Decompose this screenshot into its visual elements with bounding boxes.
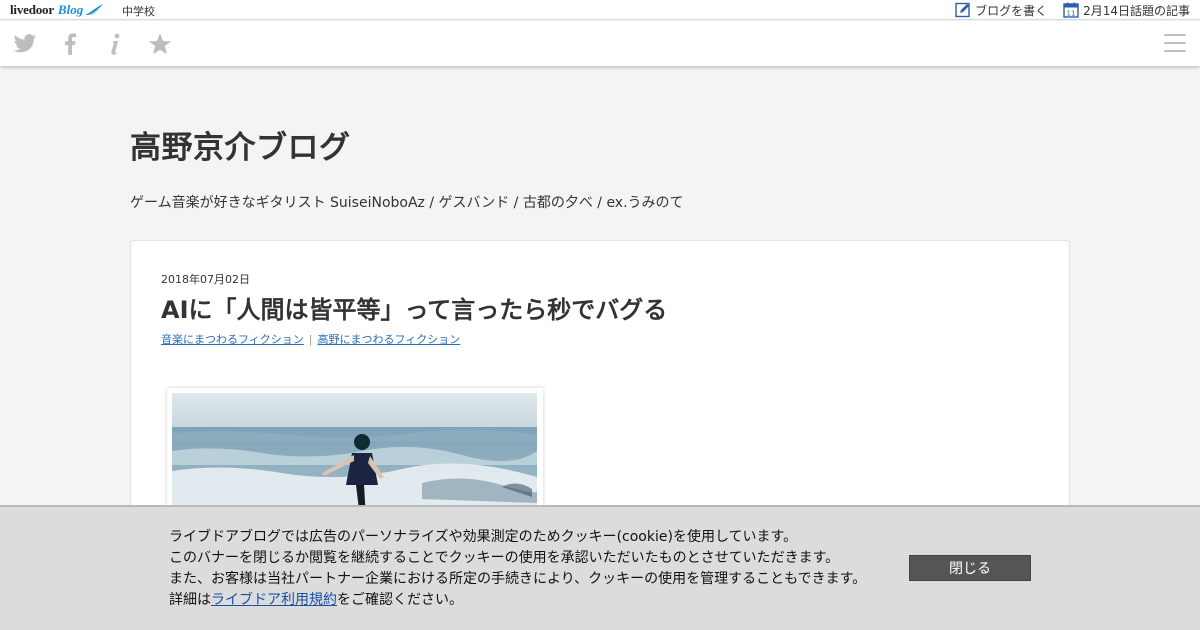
write-blog-label: ブログを書く <box>975 3 1048 18</box>
global-topbar: livedoor Blog 中学校 ブログを書く 11 2月14日話題の記事 <box>0 0 1200 20</box>
write-blog-link[interactable]: ブログを書く <box>955 2 1047 19</box>
article-categories: 音楽にまつわるフィクション | 高野にまつわるフィクション <box>161 331 460 347</box>
cookie-notice-text: ライブドアブログでは広告のパーソナライズや効果測定のためクッキー(cookie)… <box>169 527 866 611</box>
category-separator: | <box>308 332 313 346</box>
livedoor-blog-logo[interactable]: livedoor Blog <box>10 1 104 19</box>
pencil-note-icon <box>955 2 970 18</box>
logo-text-livedoor: livedoor <box>10 2 54 17</box>
menu-icon-bar <box>1164 50 1186 52</box>
cookie-line-4: 詳細はライブドア利用規約をご確認ください。 <box>169 590 866 611</box>
menu-icon-bar <box>1164 34 1186 36</box>
menu-icon[interactable] <box>1164 34 1186 54</box>
logo-bird-icon <box>85 4 104 15</box>
share-toolbar <box>0 21 1200 66</box>
article-image[interactable] <box>167 388 543 518</box>
cookie-consent-banner: ライブドアブログでは広告のパーソナライズや効果測定のためクッキー(cookie)… <box>0 505 1200 630</box>
trending-articles-link[interactable]: 11 2月14日話題の記事 <box>1063 2 1190 19</box>
cookie-line-3: また、お客様は当社パートナー企業における所定の手続きにより、クッキーの使用を管理… <box>169 571 867 587</box>
topbar-right-links: ブログを書く 11 2月14日話題の記事 <box>955 0 1190 20</box>
logo-text-blog: Blog <box>57 2 84 17</box>
cookie-line-2: このバナーを閉じるか閲覧を継続することでクッキーの使用を承認いただいたものとさせ… <box>169 550 840 566</box>
blog-title[interactable]: 高野京介ブログ <box>130 122 351 167</box>
cookie-line-4-suffix: をご確認ください。 <box>337 592 463 608</box>
facebook-icon[interactable] <box>57 31 83 57</box>
twitter-icon[interactable] <box>12 31 38 57</box>
cookie-close-button[interactable]: 閉じる <box>909 555 1031 581</box>
category-link-takano-fiction[interactable]: 高野にまつわるフィクション <box>318 331 461 347</box>
blog-description: ゲーム音楽が好きなギタリスト SuiseiNoboAz / ゲスバンド / 古都… <box>130 195 684 211</box>
category-link-music-fiction[interactable]: 音楽にまつわるフィクション <box>161 331 304 347</box>
calendar-icon: 11 <box>1063 2 1079 18</box>
sea-photo <box>172 393 537 518</box>
article-date: 2018年07月02日 <box>161 273 250 286</box>
calendar-day-number: 11 <box>1067 10 1076 18</box>
cookie-line-1: ライブドアブログでは広告のパーソナライズや効果測定のためクッキー(cookie)… <box>169 529 798 545</box>
article-title[interactable]: AIに「人間は皆平等」って言ったら秒でバグる <box>161 290 667 325</box>
menu-icon-bar <box>1164 42 1186 44</box>
trending-label: 2月14日話題の記事 <box>1083 3 1190 18</box>
terms-of-use-link[interactable]: ライブドア利用規約 <box>211 592 337 608</box>
star-icon[interactable] <box>147 31 173 57</box>
cookie-line-4-prefix: 詳細は <box>169 592 211 608</box>
topbar-category-link[interactable]: 中学校 <box>122 3 155 19</box>
info-icon[interactable] <box>102 31 128 57</box>
